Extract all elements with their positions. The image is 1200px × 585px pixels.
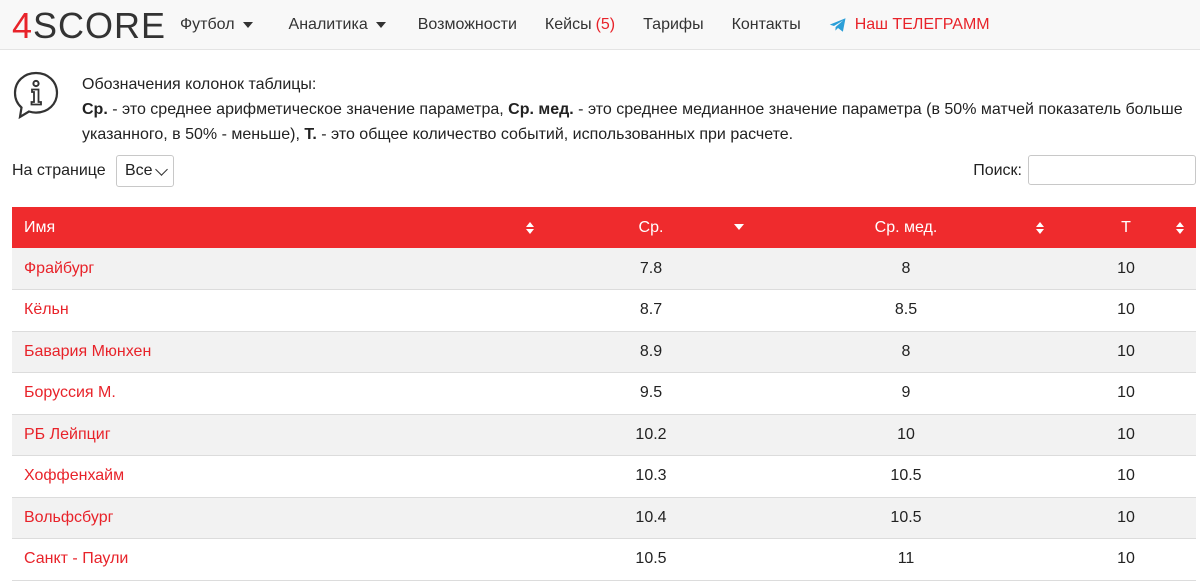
cell-avg: 10.5 bbox=[546, 538, 756, 581]
table-row: Вольфсбург 10.4 10.5 10 bbox=[12, 497, 1196, 539]
legend-total-desc: - это общее количество событий, использо… bbox=[316, 126, 794, 143]
nav-cases-count: (5) bbox=[595, 16, 616, 33]
chevron-down-icon bbox=[155, 163, 168, 176]
cell-total: 10 bbox=[1056, 331, 1196, 373]
caret-down-icon bbox=[242, 22, 253, 28]
cell-median: 10.5 bbox=[756, 455, 1056, 498]
legend-title: Обозначения колонок таблицы: bbox=[82, 76, 317, 93]
info-icon bbox=[13, 71, 59, 120]
header-name-label: Имя bbox=[24, 218, 56, 236]
cell-median: 8 bbox=[756, 331, 1056, 373]
table-controls: На странице Все Поиск: bbox=[12, 155, 1196, 187]
table-row: Бавария Мюнхен 8.9 8 10 bbox=[12, 331, 1196, 373]
cell-total: 10 bbox=[1056, 455, 1196, 498]
nav-contacts-label: Контакты bbox=[731, 16, 801, 33]
stats-table: Имя Ср. Ср. мед. Т Фрайбург 7.8 8 10 Кёльн 8… bbox=[12, 207, 1196, 581]
logo-text: SCORE bbox=[33, 5, 167, 46]
cell-total: 10 bbox=[1056, 248, 1196, 290]
sort-icon bbox=[526, 222, 534, 234]
per-page-value: Все bbox=[125, 162, 153, 179]
header-avg-label: Ср. bbox=[638, 218, 664, 236]
cell-total: 10 bbox=[1056, 497, 1196, 539]
site-logo[interactable]: 4SCORE bbox=[12, 6, 166, 46]
cell-avg: 10.3 bbox=[546, 455, 756, 498]
team-link[interactable]: Кёльн bbox=[12, 289, 546, 332]
cell-avg: 7.8 bbox=[546, 248, 756, 290]
nav-cases-label: Кейсы bbox=[544, 16, 592, 33]
nav-analytics[interactable]: Аналитика bbox=[275, 0, 400, 50]
legend-avg-desc: - это среднее арифметическое значение па… bbox=[107, 101, 509, 118]
table-row: РБ Лейпциг 10.2 10 10 bbox=[12, 414, 1196, 456]
cell-avg: 8.9 bbox=[546, 331, 756, 373]
logo-digit: 4 bbox=[12, 5, 34, 46]
cell-median: 9 bbox=[756, 372, 1056, 415]
cell-total: 10 bbox=[1056, 538, 1196, 581]
cell-avg: 10.4 bbox=[546, 497, 756, 539]
top-navbar: 4SCORE Футбол Аналитика Возможности Кейс… bbox=[0, 0, 1200, 50]
table-row: Фрайбург 7.8 8 10 bbox=[12, 248, 1196, 290]
header-median-label: Ср. мед. bbox=[874, 218, 938, 236]
team-link[interactable]: Санкт - Паули bbox=[12, 538, 546, 581]
nav-pricing-label: Тарифы bbox=[643, 16, 704, 33]
per-page-label: На странице bbox=[12, 162, 106, 179]
search-input[interactable] bbox=[1028, 155, 1196, 185]
nav-cases[interactable]: Кейсы (5) bbox=[531, 0, 629, 50]
table-row: Хоффенхайм 10.3 10.5 10 bbox=[12, 455, 1196, 498]
nav-analytics-label: Аналитика bbox=[288, 16, 368, 33]
team-link[interactable]: РБ Лейпциг bbox=[12, 414, 546, 456]
nav-telegram[interactable]: Наш ТЕЛЕГРАММ bbox=[815, 0, 1004, 50]
header-total[interactable]: Т bbox=[1056, 207, 1196, 248]
nav-pricing[interactable]: Тарифы bbox=[629, 0, 717, 50]
cell-median: 11 bbox=[756, 538, 1056, 581]
per-page-select[interactable]: Все bbox=[116, 155, 174, 187]
nav-football[interactable]: Футбол bbox=[166, 0, 267, 50]
telegram-icon bbox=[829, 18, 846, 32]
cell-median: 8.5 bbox=[756, 289, 1056, 332]
cell-total: 10 bbox=[1056, 289, 1196, 332]
table-row: Кёльн 8.7 8.5 10 bbox=[12, 289, 1196, 332]
team-link[interactable]: Бавария Мюнхен bbox=[12, 331, 546, 373]
cell-total: 10 bbox=[1056, 372, 1196, 415]
cell-avg: 10.2 bbox=[546, 414, 756, 456]
nav-features-label: Возможности bbox=[417, 16, 517, 33]
header-total-label: Т bbox=[1121, 218, 1131, 236]
legend-total-term: Т. bbox=[304, 126, 317, 143]
cell-avg: 9.5 bbox=[546, 372, 756, 415]
cell-median: 10.5 bbox=[756, 497, 1056, 539]
sort-icon bbox=[1176, 222, 1184, 234]
team-link[interactable]: Боруссия М. bbox=[12, 372, 546, 415]
nav-telegram-label: Наш ТЕЛЕГРАММ bbox=[854, 16, 990, 33]
legend-description: Ср. - это среднее арифметическое значени… bbox=[82, 97, 1192, 147]
main-nav: Футбол Аналитика Возможности Кейсы (5) Та… bbox=[166, 0, 1004, 50]
sort-icon bbox=[1036, 222, 1044, 234]
nav-football-label: Футбол bbox=[180, 16, 235, 33]
header-median[interactable]: Ср. мед. bbox=[756, 207, 1056, 248]
legend-text: Обозначения колонок таблицы: Ср. - это с… bbox=[82, 72, 1192, 147]
table-row: Санкт - Паули 10.5 11 10 bbox=[12, 538, 1196, 581]
cell-total: 10 bbox=[1056, 414, 1196, 456]
header-avg[interactable]: Ср. bbox=[546, 207, 756, 248]
nav-features[interactable]: Возможности bbox=[404, 0, 531, 50]
cell-median: 8 bbox=[756, 248, 1056, 290]
team-link[interactable]: Фрайбург bbox=[12, 248, 546, 290]
legend-avg-term: Ср. bbox=[82, 101, 108, 118]
sort-desc-icon bbox=[734, 224, 744, 230]
table-row: Боруссия М. 9.5 9 10 bbox=[12, 372, 1196, 415]
cell-avg: 8.7 bbox=[546, 289, 756, 332]
team-link[interactable]: Вольфсбург bbox=[12, 497, 546, 539]
team-link[interactable]: Хоффенхайм bbox=[12, 455, 546, 498]
table-header-row: Имя Ср. Ср. мед. Т bbox=[12, 207, 1196, 248]
cell-median: 10 bbox=[756, 414, 1056, 456]
caret-down-icon bbox=[375, 22, 386, 28]
header-name[interactable]: Имя bbox=[12, 207, 546, 248]
legend-median-term: Ср. мед. bbox=[508, 101, 574, 118]
search-label: Поиск: bbox=[973, 162, 1022, 179]
nav-contacts[interactable]: Контакты bbox=[718, 0, 815, 50]
